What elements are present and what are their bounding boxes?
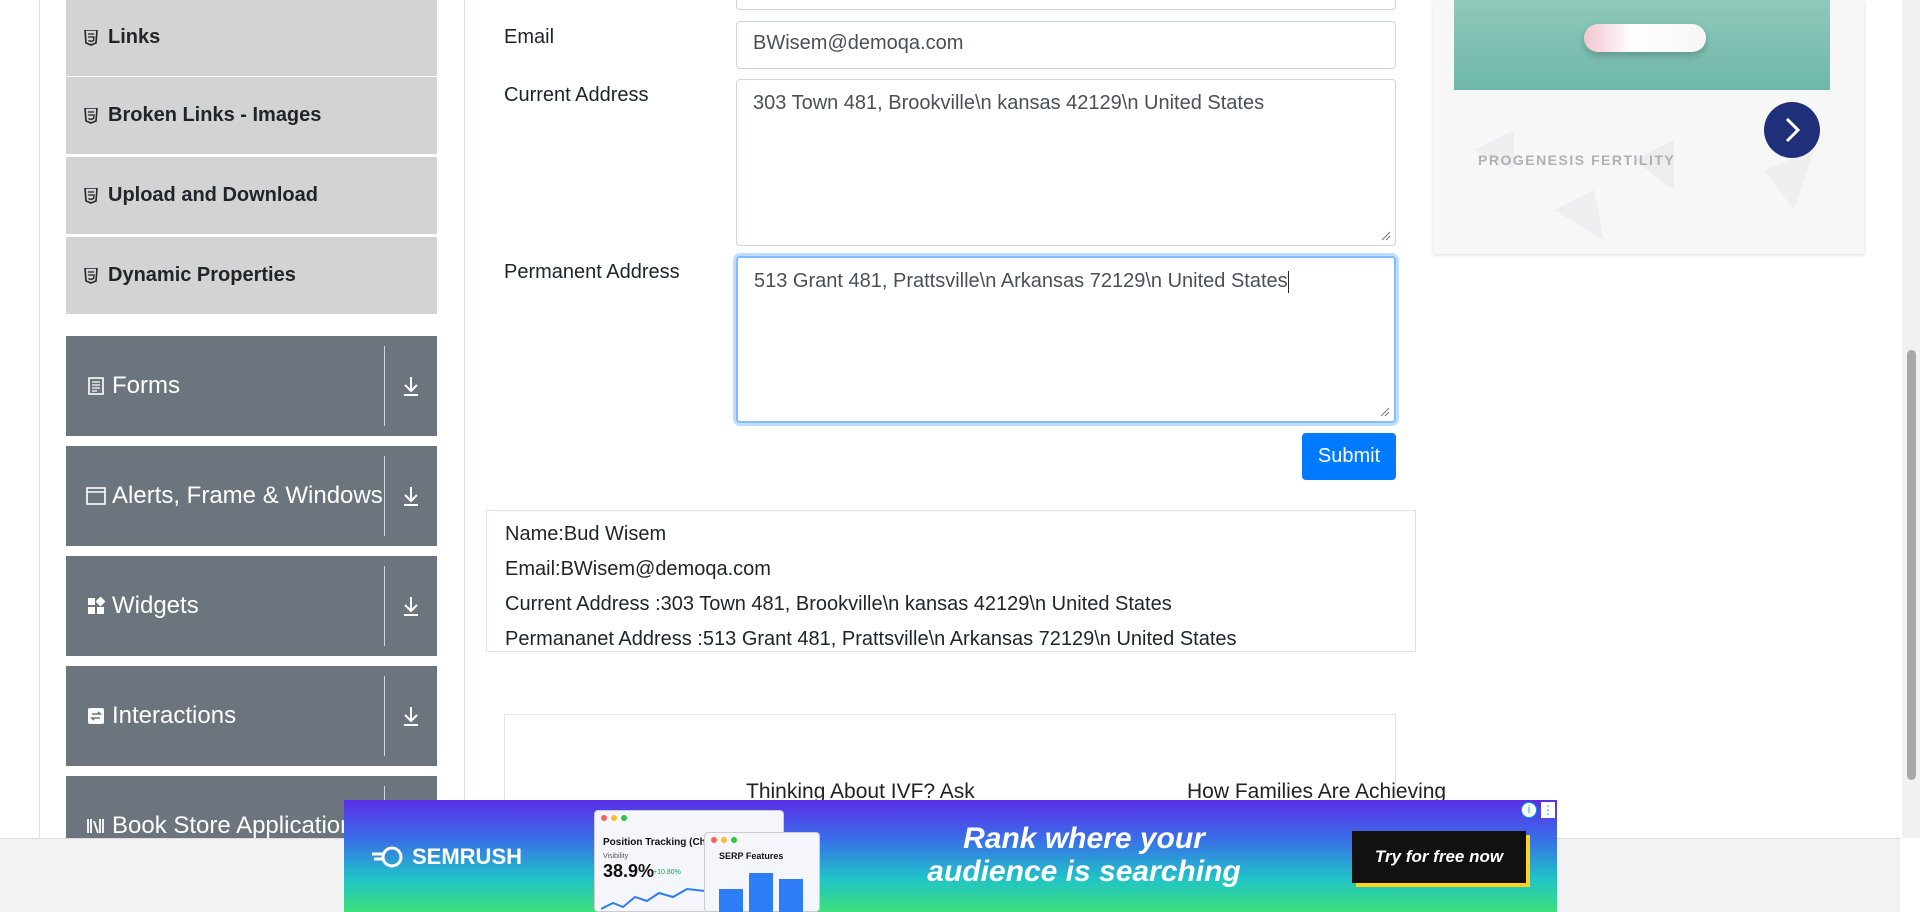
group-divider	[384, 676, 385, 756]
group-interactions[interactable]: Interactions	[66, 666, 437, 766]
visibility-delta: +10.80%	[653, 869, 681, 876]
ad-next-arrow-icon[interactable]	[1764, 102, 1820, 158]
page-scrollbar[interactable]	[1902, 0, 1920, 838]
html5-icon	[84, 107, 98, 124]
text-cursor	[1287, 270, 1289, 293]
html5-icon	[84, 29, 98, 46]
widgets-icon	[86, 596, 106, 616]
submit-button[interactable]: Submit	[1302, 433, 1396, 480]
ad-brand-text: PROGENESIS FERTILITY	[1478, 152, 1676, 168]
serp-features-window: SERP Features	[704, 832, 820, 912]
html5-icon	[84, 267, 98, 284]
ad-menu-icon[interactable]: ⋮	[1541, 802, 1555, 818]
permanent-address-textarea[interactable]: 513 Grant 481, Prattsville\n Arkansas 72…	[736, 256, 1396, 423]
interactions-icon	[86, 706, 106, 726]
group-label: Book Store Application	[112, 812, 354, 839]
group-label: Interactions	[112, 702, 237, 729]
banner-headline: Rank where your audience is searching	[904, 822, 1264, 888]
semrush-brand: SEMRUSH	[412, 844, 523, 869]
sidebar-item-label: Broken Links - Images	[108, 104, 322, 126]
bottom-banner-ad[interactable]: SEMRUSH Position Tracking (ChatG Visibil…	[344, 800, 1557, 912]
ad-image	[1454, 0, 1830, 90]
email-field[interactable]: BWisem@demoqa.com	[736, 21, 1396, 69]
window-controls	[601, 815, 627, 821]
group-alerts-frame-windows[interactable]: Alerts, Frame & Windows	[66, 446, 437, 546]
download-arrow-icon[interactable]	[395, 700, 427, 732]
sidebar-item-dynamic-properties[interactable]: Dynamic Properties	[66, 236, 437, 314]
visibility-value: 38.9%	[603, 861, 655, 881]
window-icon	[86, 486, 106, 506]
window-subtitle: Visibility	[603, 853, 629, 860]
current-address-textarea[interactable]: 303 Town 481, Brookville\n kansas 42129\…	[736, 79, 1396, 246]
try-free-button[interactable]: Try for free now	[1352, 831, 1526, 883]
permanent-address-label: Permanent Address	[504, 261, 680, 283]
sidebar-item-label: Links	[108, 26, 161, 48]
permanent-address-value: 513 Grant 481, Prattsville\n Arkansas 72…	[754, 270, 1288, 292]
form-icon	[86, 376, 106, 396]
ad-info-icon[interactable]: i	[1521, 802, 1537, 818]
bar	[779, 879, 803, 912]
output-name: Name:Bud Wisem	[505, 523, 667, 545]
semrush-logo: SEMRUSH	[370, 844, 522, 870]
current-address-value: 303 Town 481, Brookville\n kansas 42129\…	[753, 92, 1265, 114]
output-box: Name:Bud Wisem Email:BWisem@demoqa.com C…	[486, 510, 1416, 652]
name-field-partial[interactable]	[736, 0, 1396, 10]
group-label: Widgets	[112, 592, 199, 619]
sidebar-item-upload-download[interactable]: Upload and Download	[66, 156, 437, 234]
group-forms[interactable]: Forms	[66, 336, 437, 436]
headline-line-1: Rank where your	[963, 822, 1205, 855]
trend-line	[601, 887, 706, 910]
sidebar-item-links[interactable]: Links	[66, 0, 437, 76]
window-controls	[711, 837, 737, 843]
group-label: Alerts, Frame & Windows	[112, 482, 383, 509]
group-divider	[384, 566, 385, 646]
current-address-label: Current Address	[504, 84, 649, 106]
html5-icon	[84, 187, 98, 204]
semrush-logo-icon	[372, 846, 403, 868]
group-divider	[384, 456, 385, 536]
group-widgets[interactable]: Widgets	[66, 556, 437, 656]
sidebar: Links Broken Links - Images Upload and D…	[39, 0, 465, 876]
sidebar-item-label: Dynamic Properties	[108, 264, 296, 286]
pregnancy-test-image	[1584, 24, 1706, 52]
sidebar-item-broken-links[interactable]: Broken Links - Images	[66, 76, 437, 154]
scrollbar-thumb[interactable]	[1907, 350, 1916, 780]
bar	[719, 889, 743, 912]
email-label: Email	[504, 26, 555, 48]
resize-handle-icon[interactable]	[1381, 231, 1391, 241]
output-permanent-address: Permananet Address :513 Grant 481, Pratt…	[505, 628, 1237, 650]
output-current-address: Current Address :303 Town 481, Brookvill…	[505, 593, 1172, 615]
bar	[749, 873, 773, 912]
download-arrow-icon[interactable]	[395, 370, 427, 402]
window-title: SERP Features	[719, 851, 784, 861]
resize-handle-icon[interactable]	[1380, 407, 1390, 417]
book-icon	[86, 816, 106, 836]
sidebar-item-label: Upload and Download	[108, 184, 318, 206]
group-label: Forms	[112, 372, 180, 399]
group-divider	[384, 346, 385, 426]
download-arrow-icon[interactable]	[395, 480, 427, 512]
headline-line-2: audience is searching	[927, 855, 1241, 888]
download-arrow-icon[interactable]	[395, 590, 427, 622]
output-email: Email:BWisem@demoqa.com	[505, 558, 771, 580]
